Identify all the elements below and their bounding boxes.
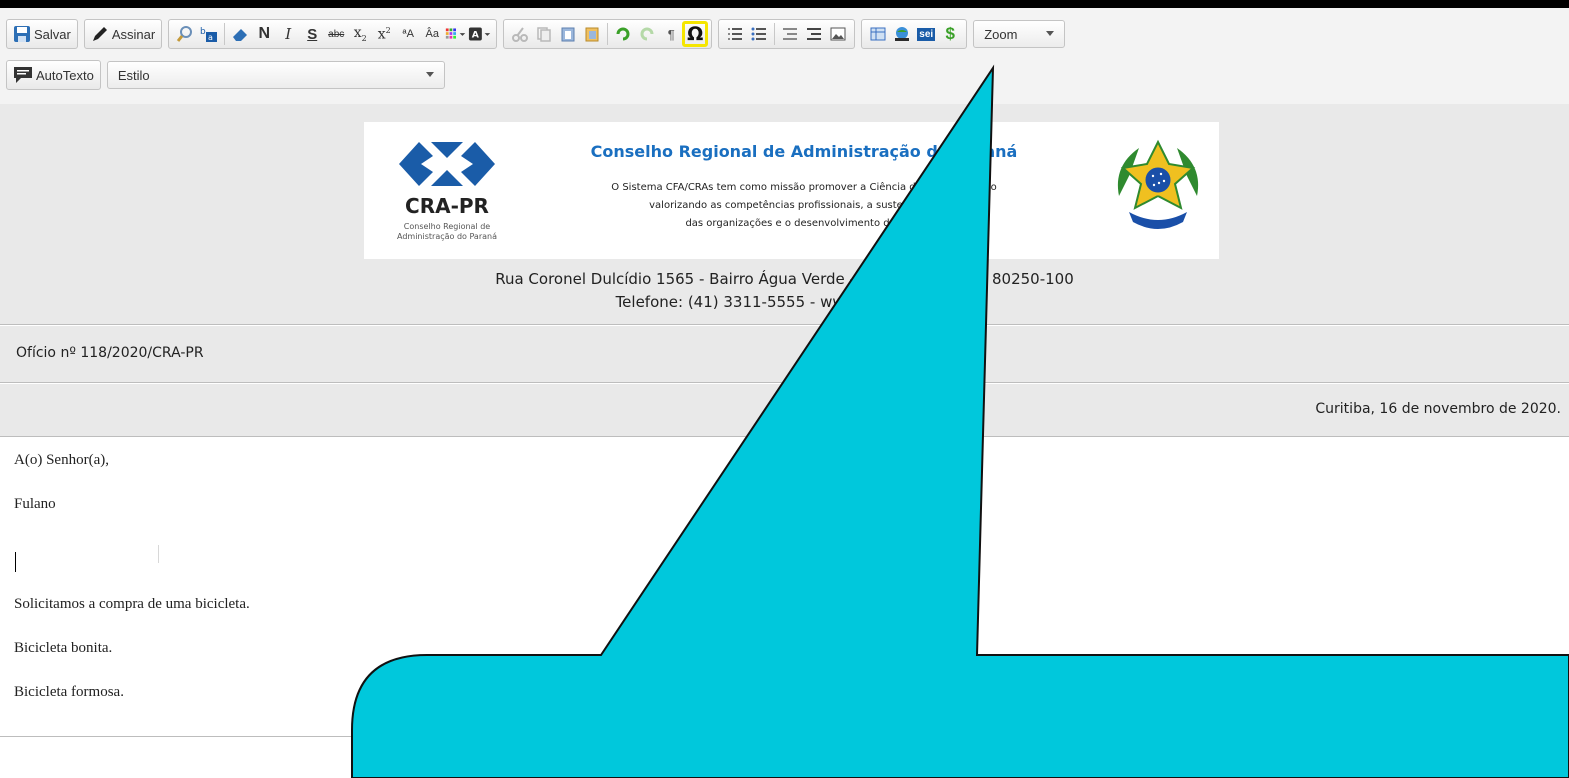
replace-icon[interactable]: ba (197, 22, 221, 46)
i-beam-cursor (158, 545, 159, 563)
mission-line-2: valorizando as competências profissionai… (649, 200, 959, 211)
dollar-icon[interactable]: $ (938, 22, 962, 46)
oficio-number-row[interactable]: Ofício nº 118/2020/CRA-PR (0, 326, 1569, 383)
speech-bubble-icon (14, 67, 32, 83)
text-color-icon[interactable] (444, 22, 468, 46)
underline-button[interactable]: S (300, 22, 324, 46)
autotext-group: AutoTexto (6, 60, 101, 90)
date-row[interactable]: Curitiba, 16 de novembro de 2020. (0, 384, 1569, 437)
oficio-number: Ofício nº 118/2020/CRA-PR (16, 345, 204, 361)
letterhead-banner: CRA-PR Conselho Regional de Administraçã… (364, 122, 1219, 259)
save-group: Salvar (6, 19, 78, 49)
copy-icon[interactable] (532, 22, 556, 46)
paste-text-icon[interactable] (580, 22, 604, 46)
section-divider (0, 736, 1569, 737)
find-icon[interactable] (173, 22, 197, 46)
outdent-icon[interactable] (778, 22, 802, 46)
autotext-button[interactable]: AutoTexto (11, 62, 96, 88)
mission-line-3: das organizações e o desenvolvimento do … (685, 218, 923, 229)
table-icon[interactable] (866, 22, 890, 46)
format-group: ba N I S abc x2 x2 ªA Âa A (168, 19, 498, 49)
sign-button[interactable]: Assinar (89, 21, 157, 47)
indent-icon[interactable] (802, 22, 826, 46)
special-character-button[interactable]: Ω (682, 21, 709, 47)
sei-label: sei (917, 27, 936, 41)
brazil-coat-of-arms-icon (1117, 139, 1199, 229)
web-link-icon[interactable] (890, 22, 914, 46)
underline-glyph: S (307, 25, 318, 43)
address-line-1: Rua Coronel Dulcídio 1565 - Bairro Água … (495, 270, 1074, 288)
sei-link-icon[interactable]: sei (914, 22, 938, 46)
paragraph-3: Bicicleta formosa. (14, 684, 124, 700)
logo-subtext-2: Administração do Paraná (397, 232, 497, 241)
org-title: Conselho Regional de Administração do Pa… (590, 142, 1018, 161)
edit-group: ¶ Ω (503, 19, 713, 49)
save-label: Salvar (34, 26, 71, 42)
lowercase-icon[interactable]: Âa (420, 22, 444, 46)
dollar-glyph: $ (945, 24, 955, 43)
pen-icon (92, 27, 107, 41)
paragraph-2: Bicicleta bonita. (14, 640, 113, 656)
cut-icon[interactable] (508, 22, 532, 46)
bold-button[interactable]: N (252, 22, 276, 46)
salutation: A(o) Senhor(a), (14, 452, 109, 468)
omega-icon: Ω (687, 23, 704, 45)
separator (607, 23, 609, 45)
redo-icon[interactable] (635, 22, 659, 46)
text-cursor (15, 552, 16, 572)
eraser-icon[interactable] (228, 22, 252, 46)
paste-icon[interactable] (556, 22, 580, 46)
address-line-2: Telefone: (41) 3311-5555 - www.cra-pr.or… (615, 293, 954, 311)
svg-text:A: A (472, 30, 480, 41)
pilcrow-glyph: ¶ (667, 26, 675, 42)
zoom-label: Zoom (984, 26, 1018, 42)
sign-label: Assinar (111, 26, 156, 42)
insert-group: sei $ (861, 19, 968, 49)
sign-group: Assinar (83, 19, 163, 49)
numbered-list-icon[interactable] (723, 22, 747, 46)
superscript-icon[interactable]: x2 (372, 22, 396, 46)
list-group (718, 19, 856, 49)
italic-button[interactable]: I (276, 22, 300, 46)
recipient-name: Fulano (14, 496, 56, 512)
svg-text:b: b (200, 27, 206, 37)
separator (224, 23, 226, 45)
uppercase-icon[interactable]: ªA (396, 22, 420, 46)
editor-toolbar: Salvar Assinar ba N I S abc x2 x2 ªA Âa … (0, 8, 1569, 106)
subscript-icon[interactable]: x2 (348, 22, 372, 46)
autotext-label: AutoTexto (36, 67, 94, 83)
paragraph-1: Solicitamos a compra de uma bicicleta. (14, 596, 250, 612)
style-label: Estilo (117, 67, 150, 83)
document-area[interactable]: CRA-PR Conselho Regional de Administraçã… (0, 104, 1569, 778)
floppy-disk-icon (14, 26, 30, 42)
strikethrough-button[interactable]: abc (324, 22, 348, 46)
date-line: Curitiba, 16 de novembro de 2020. (1315, 401, 1561, 417)
bullet-list-icon[interactable] (747, 22, 771, 46)
letterhead-section: CRA-PR Conselho Regional de Administraçã… (0, 104, 1569, 325)
italic-glyph: I (285, 25, 292, 43)
strike-glyph: abc (328, 28, 345, 40)
cra-logo-icon (399, 142, 495, 186)
background-color-icon[interactable]: A (468, 22, 492, 46)
undo-icon[interactable] (611, 22, 635, 46)
logo-text: CRA-PR (405, 194, 489, 218)
svg-text:a: a (208, 33, 213, 42)
pilcrow-icon[interactable]: ¶ (659, 22, 683, 46)
save-button[interactable]: Salvar (11, 21, 73, 47)
zoom-select[interactable]: Zoom (973, 20, 1066, 48)
address-block: Rua Coronel Dulcídio 1565 - Bairro Água … (0, 268, 1569, 314)
chevron-down-icon (1046, 31, 1055, 36)
separator (774, 23, 776, 45)
mission-line-1: O Sistema CFA/CRAs tem como missão promo… (611, 182, 997, 193)
editor-window: Salvar Assinar ba N I S abc x2 x2 ªA Âa … (0, 8, 1569, 778)
logo-subtext-1: Conselho Regional de (403, 222, 491, 231)
bold-glyph: N (258, 25, 270, 42)
image-icon[interactable] (826, 22, 850, 46)
style-select[interactable]: Estilo (106, 61, 445, 89)
chevron-down-icon (425, 72, 434, 77)
